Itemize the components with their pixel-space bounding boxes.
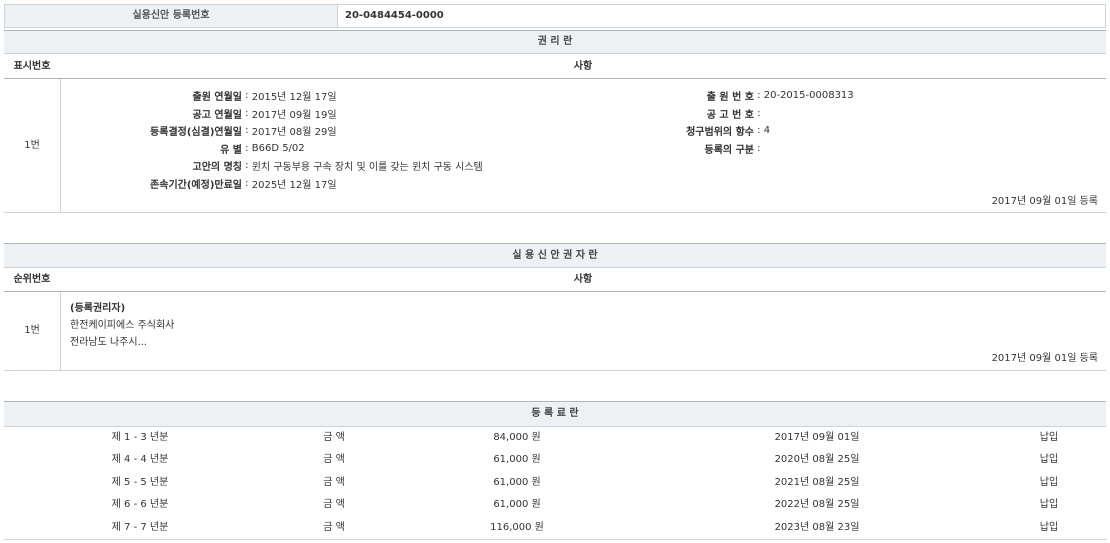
owners-row: 1번 (등록권리자) 한전케이피에스 주식회사 전라남도 나주시... 2017… (4, 292, 1106, 371)
detail-label: 고안의 명칭 (64, 157, 242, 175)
detail-label: 청구범위의 항수 (564, 122, 754, 140)
owners-section-title: 실 용 신 안 권 자 란 (4, 243, 1106, 268)
fee-label: 금 액 (276, 472, 392, 494)
fee-status: 납입 (992, 449, 1106, 471)
fee-row: 제 4 - 4 년분금 액61,000 원2020년 08월 25일납입 (4, 449, 1106, 471)
detail-row: 등록결정(심결)연월일 : 2017년 08월 29일 (64, 122, 483, 140)
detail-row: 등록의 구분 : (564, 140, 854, 158)
rights-registration-date: 2017년 09월 01일 등록 (992, 192, 1098, 207)
detail-separator: : (754, 140, 764, 158)
rights-left-details: 출원 연월일 : 2015년 12월 17일공고 연월일 : 2017년 09월… (64, 87, 483, 192)
fee-date: 2020년 08월 25일 (642, 449, 992, 471)
registration-number-value: 20-0484454-0000 (345, 5, 444, 27)
owners-registration-date: 2017년 09월 01일 등록 (992, 349, 1098, 364)
detail-separator: : (242, 157, 252, 175)
fee-period: 제 5 - 5 년분 (4, 472, 276, 494)
fee-period: 제 6 - 6 년분 (4, 494, 276, 516)
owners-col-no: 순위번호 (4, 269, 60, 291)
detail-label: 등록의 구분 (564, 140, 754, 158)
fee-status: 납입 (992, 472, 1106, 494)
detail-separator: : (242, 105, 252, 123)
rights-row-no: 1번 (4, 79, 61, 212)
fee-amount: 61,000 원 (392, 472, 642, 494)
detail-value: 2017년 09월 19일 (252, 105, 483, 123)
detail-value (764, 105, 854, 123)
fee-amount: 61,000 원 (392, 449, 642, 471)
fee-label: 금 액 (276, 427, 392, 449)
rights-section-title: 권 리 란 (4, 30, 1106, 54)
fee-label: 금 액 (276, 449, 392, 471)
detail-row: 출 원 번 호 : 20-2015-0008313 (564, 87, 854, 105)
detail-value: 20-2015-0008313 (764, 87, 854, 105)
fee-period: 제 1 - 3 년분 (4, 427, 276, 449)
detail-label: 유 별 (64, 140, 242, 158)
registration-number-bar: 실용신안 등록번호 20-0484454-0000 (4, 4, 1106, 28)
owner-name: 한전케이피에스 주식회사 (70, 316, 174, 331)
detail-separator: : (242, 175, 252, 193)
owners-col-item: 사항 (60, 269, 1106, 291)
detail-separator: : (754, 105, 764, 123)
detail-value (764, 140, 854, 158)
fee-row: 제 5 - 5 년분금 액61,000 원2021년 08월 25일납입 (4, 472, 1106, 494)
fees-table: 제 1 - 3 년분금 액84,000 원2017년 09월 01일납입제 4 … (4, 427, 1106, 540)
owner-type: (등록권리자) (70, 299, 125, 314)
detail-row: 공고 연월일 : 2017년 09월 19일 (64, 105, 483, 123)
rights-col-item: 사항 (60, 56, 1106, 78)
fee-status: 납입 (992, 427, 1106, 449)
fee-date: 2017년 09월 01일 (642, 427, 992, 449)
fee-period: 제 4 - 4 년분 (4, 449, 276, 471)
detail-value: 2015년 12월 17일 (252, 87, 483, 105)
fee-row: 제 1 - 3 년분금 액84,000 원2017년 09월 01일납입 (4, 427, 1106, 449)
detail-label: 등록결정(심결)연월일 (64, 122, 242, 140)
detail-value: 윈치 구동부용 구속 장치 및 이를 갖는 윈치 구동 시스템 (252, 157, 483, 175)
detail-row: 청구범위의 항수 : 4 (564, 122, 854, 140)
fee-amount: 84,000 원 (392, 427, 642, 449)
fee-label: 금 액 (276, 517, 392, 539)
fee-label: 금 액 (276, 494, 392, 516)
detail-label: 공 고 번 호 (564, 105, 754, 123)
owners-column-header: 순위번호 사항 (4, 269, 1106, 292)
detail-value: 4 (764, 122, 854, 140)
detail-label: 공고 연월일 (64, 105, 242, 123)
detail-label: 출 원 번 호 (564, 87, 754, 105)
detail-label: 존속기간(예정)만료일 (64, 175, 242, 193)
owner-address: 전라남도 나주시... (70, 333, 147, 348)
fee-status: 납입 (992, 494, 1106, 516)
detail-separator: : (242, 140, 252, 158)
detail-separator: : (754, 122, 764, 140)
fee-period: 제 7 - 7 년분 (4, 517, 276, 539)
fee-row: 제 7 - 7 년분금 액116,000 원2023년 08월 23일납입 (4, 517, 1106, 539)
detail-separator: : (754, 87, 764, 105)
detail-value: B66D 5/02 (252, 140, 483, 158)
owners-row-no: 1번 (4, 292, 61, 370)
rights-row: 1번 출원 연월일 : 2015년 12월 17일공고 연월일 : 2017년 … (4, 79, 1106, 213)
detail-separator: : (242, 122, 252, 140)
fee-date: 2022년 08월 25일 (642, 494, 992, 516)
detail-row: 공 고 번 호 : (564, 105, 854, 123)
detail-separator: : (242, 87, 252, 105)
detail-row: 출원 연월일 : 2015년 12월 17일 (64, 87, 483, 105)
fee-amount: 116,000 원 (392, 517, 642, 539)
fee-status: 납입 (992, 517, 1106, 539)
detail-row: 존속기간(예정)만료일 : 2025년 12월 17일 (64, 175, 483, 193)
detail-value: 2025년 12월 17일 (252, 175, 483, 193)
detail-row: 유 별 : B66D 5/02 (64, 140, 483, 158)
detail-value: 2017년 08월 29일 (252, 122, 483, 140)
fee-date: 2021년 08월 25일 (642, 472, 992, 494)
registration-number-label: 실용신안 등록번호 (5, 5, 338, 27)
fee-row: 제 6 - 6 년분금 액61,000 원2022년 08월 25일납입 (4, 494, 1106, 516)
rights-right-details: 출 원 번 호 : 20-2015-0008313공 고 번 호 : 청구범위의… (564, 87, 854, 157)
fee-date: 2023년 08월 23일 (642, 517, 992, 539)
rights-column-header: 표시번호 사항 (4, 56, 1106, 79)
fees-section-title: 등 록 료 란 (4, 401, 1106, 427)
detail-row: 고안의 명칭 : 윈치 구동부용 구속 장치 및 이를 갖는 윈치 구동 시스템 (64, 157, 483, 175)
rights-col-no: 표시번호 (4, 56, 60, 78)
detail-label: 출원 연월일 (64, 87, 242, 105)
fee-amount: 61,000 원 (392, 494, 642, 516)
